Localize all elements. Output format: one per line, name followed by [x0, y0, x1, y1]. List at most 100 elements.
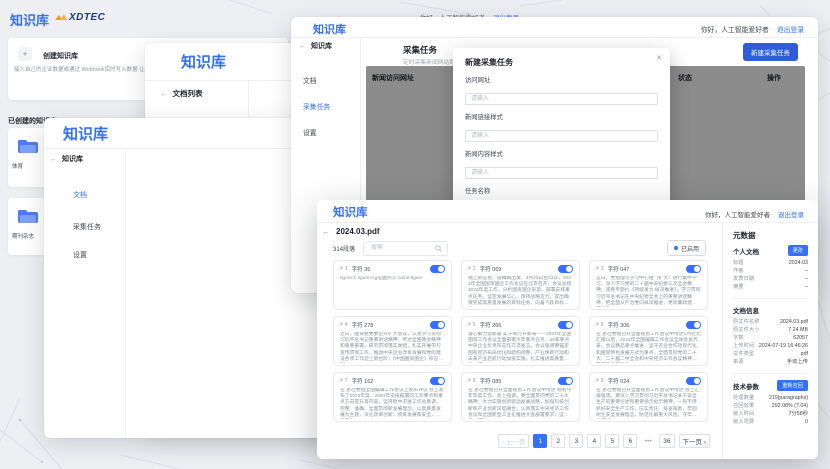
segment-char-count: 字符 266 — [480, 321, 502, 329]
back-kb[interactable]: ← 知识库 — [50, 154, 83, 164]
pagination-page-3[interactable]: 3 — [569, 434, 583, 448]
logout-link[interactable]: 退出登录 — [777, 24, 804, 34]
segment-toggle[interactable] — [430, 321, 445, 329]
segment-text: 凝心聚力谱新篇 实干笃行开新局——2024年全国国资工作会议全面部署今年重点任务… — [468, 332, 573, 363]
metadata-section-personal: 个人文档 更改 标题2024.03 作者– 发表日期– 摘要– — [733, 245, 808, 291]
close-icon[interactable]: ✕ — [656, 54, 662, 62]
back-arrow-icon[interactable]: ← — [299, 43, 306, 50]
segment-number: # 2 — [468, 266, 476, 272]
field-label-link-style: 新闻链接样式 — [465, 112, 658, 121]
new-task-button[interactable]: 新建采集任务 — [743, 43, 798, 61]
segment-toggle[interactable] — [558, 377, 573, 385]
segment-text: 在 总社党组全国编辑工作会议上发布评议 会上发布了2023年度、2024年安排部… — [340, 388, 445, 419]
search-box[interactable] — [363, 241, 448, 256]
chip-label: 已启用 — [681, 244, 699, 253]
segment-text: 五日，党组理论学习中心组（扩大）进行集中学习，深入学习党的二十届中央纪委三次全会… — [596, 276, 701, 307]
enabled-filter-chip[interactable]: 已启用 — [667, 240, 706, 256]
segment-toggle[interactable] — [558, 265, 573, 273]
logo-brand-name: XDTEC — [69, 12, 105, 23]
pagination-prev[interactable]: ‹ 上一页 — [498, 434, 529, 448]
back-arrow-icon[interactable]: ← — [160, 89, 168, 98]
back-doclist[interactable]: ← 文档列表 — [160, 88, 203, 99]
page-title: 采集任务 — [403, 44, 437, 56]
pagination-ellipsis[interactable]: ••• — [641, 434, 655, 448]
field-label-task-name: 任务名称 — [465, 186, 658, 195]
segment-toggle[interactable] — [686, 321, 701, 329]
url-field[interactable] — [465, 93, 658, 105]
window-brand: 知识库 — [333, 204, 368, 220]
sidebar-item-collect-tasks[interactable]: 采集任务 — [73, 222, 101, 232]
change-button[interactable]: 更改 — [788, 245, 808, 256]
segment-card[interactable]: # 4字符 278 近日，国资委党委召开扩大会议，认真学习贯彻习近平总书记重要讲… — [333, 316, 452, 366]
logout-link[interactable]: 退出登录 — [778, 209, 804, 219]
segment-card[interactable]: # 2字符 069 踏上新征程，奋楫再出发。3月22日至23日，2024年全国国… — [461, 260, 580, 310]
segment-number: # 1 — [340, 266, 348, 272]
meta-value: – — [805, 275, 808, 283]
segment-toggle[interactable] — [686, 265, 701, 273]
recall-button[interactable]: 重新召回 — [777, 380, 808, 391]
segment-toggle[interactable] — [558, 321, 573, 329]
metadata-panel: 元数据 个人文档 更改 标题2024.03 作者– 发表日期– 摘要– 文档信息… — [722, 222, 818, 459]
segment-number: # 3 — [596, 266, 604, 272]
back-label: 文档列表 — [173, 88, 203, 99]
segment-card[interactable]: # 6 字符 306 在 总社党组召开全面规划工作会议中传达1月赴北汇报以后，20… — [589, 316, 708, 366]
pagination-next[interactable]: 下一页 › — [679, 434, 710, 448]
segment-number: # 5 — [468, 322, 476, 328]
blue-dot-icon — [674, 246, 678, 250]
segment-char-count: 字符 162 — [352, 377, 374, 385]
segment-char-count: 字符 047 — [608, 265, 630, 273]
segment-card[interactable]: # 5 字符 266 凝心聚力谱新篇 实干笃行开新局——2024年全国国资工作会议… — [461, 316, 580, 366]
pagination-page-5[interactable]: 5 — [605, 434, 619, 448]
metadata-section-technical: 技术参数 重新召回 处理数量219(paragraphs) 召回效果292.08… — [733, 373, 808, 426]
content-style-field[interactable] — [465, 167, 658, 179]
pagination-page-1[interactable]: 1 — [533, 434, 547, 448]
section-title: 个人文档 — [733, 246, 759, 256]
sidebar-item-collect-tasks[interactable]: 采集任务 — [303, 101, 330, 111]
segment-toggle[interactable] — [430, 377, 445, 385]
segment-text: 在 总社党组召开全面规划工作会议中传达1月赴北汇报以后，2024年全国编辑工作会… — [596, 332, 701, 363]
meta-label: 处理数量 — [733, 394, 754, 402]
meta-label: 标题 — [733, 259, 744, 267]
search-input[interactable] — [369, 244, 432, 252]
segment-card[interactable]: # 9字符 024 在 总社党组召开全面规划工作会议中传达 会上汇报强调，要深入… — [589, 372, 708, 422]
segments-toolbar: 314段落 已启用 — [333, 240, 706, 256]
window-brand: 知识库 — [313, 21, 346, 37]
pagination-page-36[interactable]: 36 — [659, 434, 674, 448]
segment-toggle[interactable] — [686, 377, 701, 385]
modal-title: 新建采集任务 — [465, 57, 658, 68]
segment-text: 近日，国资委党委召开扩大会议，认真学习贯彻习近平总书记重要讲话精神，传达全国两会… — [340, 332, 445, 363]
pagination-page-6[interactable]: 6 — [623, 434, 637, 448]
segment-text: 在 总社党组召开全面规划工作会议中传达 规划今年年度工作，会上强调，要全面贯彻党… — [468, 388, 573, 419]
document-title: 2024.03.pdf — [336, 227, 380, 236]
segment-card[interactable]: # 1字符 36 figure:1-figure-0.jpg|图片|c name… — [333, 260, 452, 310]
segment-number: # 6 — [596, 322, 604, 328]
segment-char-count: 字符 306 — [608, 321, 630, 329]
window-brand: 知识库 — [63, 123, 108, 144]
sidebar-item-documents[interactable]: 文档 — [73, 190, 87, 200]
sidebar-item-settings[interactable]: 设置 — [73, 250, 87, 260]
user-greeting: 你好，人工智能爱好者 退出登录 — [701, 24, 804, 34]
back-arrow-icon[interactable]: ← — [50, 156, 57, 163]
link-style-field[interactable] — [465, 130, 658, 142]
meta-label: 来源 — [733, 358, 744, 366]
kb-card-label: 体育 — [12, 162, 23, 170]
segment-text: 在 总社党组召开全面规划工作会议中传达 会上汇报强调，要深入学习贯彻习近平总书记… — [596, 388, 701, 419]
segment-card[interactable]: # 7字符 162 在 总社党组全国编辑工作会议上发布评议 会上发布了2023年… — [333, 372, 452, 422]
meta-value: 62057 — [793, 334, 808, 342]
sidebar-item-settings[interactable]: 设置 — [303, 127, 317, 137]
sidebar-item-documents[interactable]: 文档 — [303, 75, 317, 85]
back-arrow-icon[interactable]: ← — [322, 227, 330, 236]
segment-card[interactable]: # 3 字符 047 五日，党组理论学习中心组（扩大）进行集中学习，深入学习党的二… — [589, 260, 708, 310]
segment-toggle[interactable] — [430, 265, 445, 273]
segment-card[interactable]: # 8字符 085 在 总社党组召开全面规划工作会议中传达 规划今年年度工作，会… — [461, 372, 580, 422]
back-kb[interactable]: ← 知识库 — [299, 41, 332, 51]
meta-label: 文件类型 — [733, 350, 754, 358]
back-label: 知识库 — [311, 41, 332, 51]
pagination-page-4[interactable]: 4 — [587, 434, 601, 448]
company-logo: XDTEC — [55, 12, 105, 23]
segment-char-count: 字符 278 — [352, 321, 374, 329]
pagination-page-2[interactable]: 2 — [551, 434, 565, 448]
meta-label: 作者 — [733, 267, 744, 275]
metadata-heading: 元数据 — [733, 230, 808, 241]
column-status: 状态 — [678, 73, 692, 83]
